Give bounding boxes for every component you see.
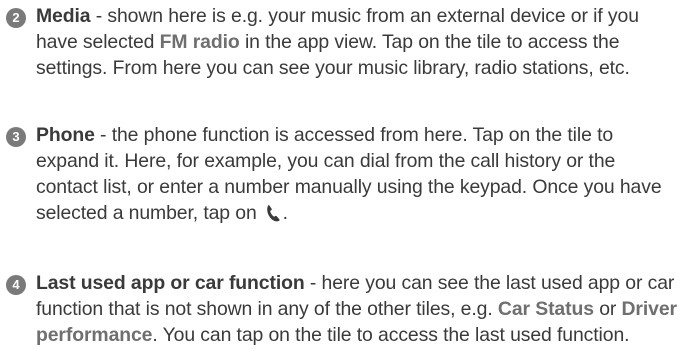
- term-last-used: Last used app or car function: [36, 272, 305, 294]
- term-phone: Phone: [36, 124, 95, 146]
- step-number-badge: 3: [6, 127, 26, 147]
- text-segment: . You can tap on the tile to access the …: [152, 324, 630, 346]
- manual-page: 2 Media - shown here is e.g. your music …: [0, 0, 685, 349]
- list-item-last-used: 4 Last used app or car function - here y…: [0, 270, 685, 348]
- text-segment: or: [593, 298, 622, 320]
- paragraph-media: Media - shown here is e.g. your music fr…: [0, 3, 685, 81]
- paragraph-phone: Phone - the phone function is accessed f…: [0, 122, 685, 229]
- term-media: Media: [36, 5, 91, 27]
- highlight-fm-radio: FM radio: [159, 31, 240, 53]
- text-segment: - the phone function is accessed from he…: [36, 124, 662, 224]
- step-number-badge: 4: [6, 275, 26, 295]
- list-item-media: 2 Media - shown here is e.g. your music …: [0, 3, 685, 81]
- phone-handset-icon: [265, 203, 281, 229]
- step-number-badge: 2: [6, 8, 26, 28]
- list-item-phone: 3 Phone - the phone function is accessed…: [0, 122, 685, 229]
- highlight-car-status: Car Status: [497, 298, 594, 320]
- text-segment: .: [282, 202, 288, 224]
- paragraph-last-used: Last used app or car function - here you…: [0, 270, 685, 348]
